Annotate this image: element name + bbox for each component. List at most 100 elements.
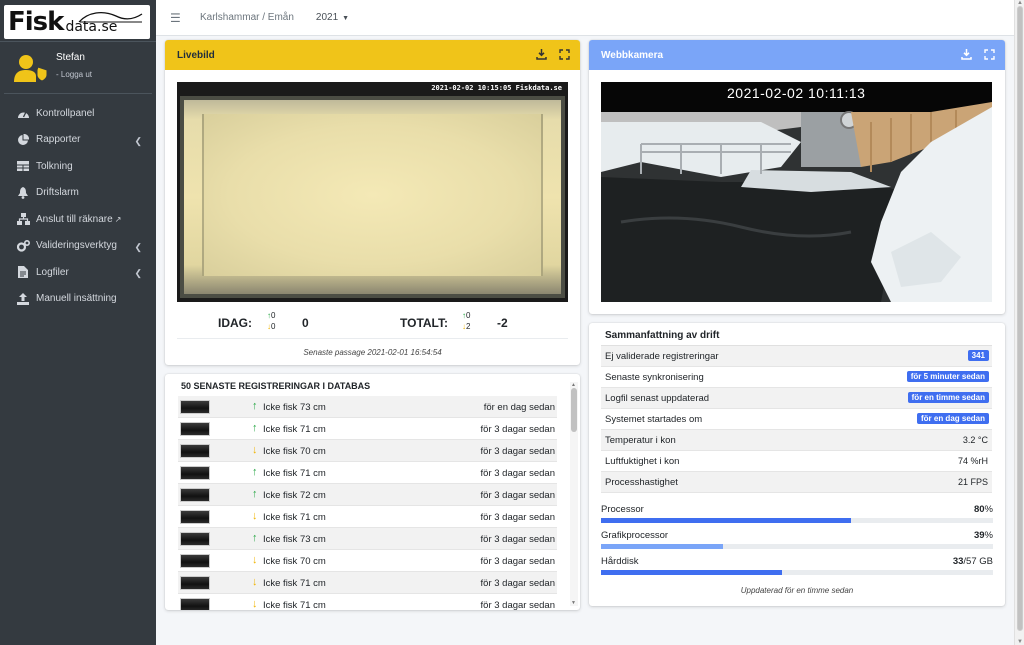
sidebar-item-logfiler[interactable]: Logfiler ❮ (0, 259, 156, 286)
idag-label: IDAG: (218, 316, 252, 330)
summary-row: Systemet startades om för en dag sedan (601, 409, 992, 430)
meter-value-unit: % (984, 504, 993, 515)
download-icon[interactable] (961, 49, 972, 60)
registration-time: för 3 dagar sedan (480, 424, 555, 435)
cogs-icon (16, 239, 30, 252)
totalt-arrows: ↑0 ↓2 (462, 310, 470, 332)
livebild-timestamp: 2021-02-02 10:15:05 Fiskdata.se (431, 84, 562, 92)
scrollbar-thumb[interactable] (1017, 6, 1023, 631)
table-row[interactable]: ↑ Icke fisk 72 cm för 3 dagar sedan (178, 484, 557, 506)
summary-row: Temperatur i kon 3.2 °C (601, 430, 992, 451)
table-row[interactable]: ↓ Icke fisk 70 cm för 3 dagar sedan (178, 550, 557, 572)
sidebar-item-anslut[interactable]: Anslut till räknare ↗ (0, 206, 156, 233)
fish-thumbnail[interactable] (180, 576, 210, 590)
arrow-down-icon: ↓ (252, 554, 258, 566)
sidebar-item-tolkning[interactable]: Tolkning (0, 153, 156, 180)
caret-down-icon: ▼ (342, 15, 350, 22)
meter-label: Processor (601, 504, 644, 515)
registration-time: för 3 dagar sedan (480, 468, 555, 479)
meter-label: Grafikprocessor (601, 530, 669, 541)
table-row[interactable]: ↓ Icke fisk 70 cm för 3 dagar sedan (178, 440, 557, 462)
menu-toggle-icon[interactable]: ☰ (170, 11, 181, 25)
sidebar-item-validering[interactable]: Valideringsverktyg ❮ (0, 233, 156, 260)
page-scrollbar[interactable]: ▲ ▼ (1014, 0, 1024, 645)
table-row[interactable]: ↓ Icke fisk 71 cm för 3 dagar sedan (178, 572, 557, 594)
registration-time: för 3 dagar sedan (480, 578, 555, 589)
scrollbar-thumb[interactable] (571, 388, 577, 432)
scroll-down-icon[interactable]: ▼ (1017, 639, 1023, 645)
pie-chart-icon (16, 133, 30, 146)
fullscreen-icon[interactable] (559, 49, 570, 60)
table-row[interactable]: ↑ Icke fisk 73 cm för 3 dagar sedan (178, 528, 557, 550)
scroll-down-icon[interactable]: ▼ (571, 600, 576, 606)
registrations-title: 50 SENASTE REGISTRERINGAR I DATABAS (181, 381, 371, 391)
meter-track (601, 570, 993, 575)
fullscreen-icon[interactable] (984, 49, 995, 60)
sidebar-item-label: Rapporter (36, 134, 81, 146)
user-name[interactable]: Stefan (56, 52, 85, 63)
fish-thumbnail[interactable] (180, 444, 210, 458)
table-row[interactable]: ↑ Icke fisk 71 cm för 3 dagar sedan (178, 418, 557, 440)
registrations-scrollbar[interactable]: ▲ ▼ (570, 382, 578, 606)
arrow-down-icon: ↓ (252, 598, 258, 610)
arrow-down-icon: ↓ (252, 510, 258, 522)
sidebar-item-label: Anslut till räknare (36, 213, 113, 225)
chevron-left-icon: ❮ (134, 241, 142, 252)
meter-value-main: 39 (973, 530, 985, 541)
fish-thumbnail[interactable] (180, 422, 210, 436)
webcam-scene (601, 82, 992, 302)
upload-icon (16, 292, 30, 305)
last-passage: Senaste passage 2021-02-01 16:54:54 (177, 338, 568, 357)
network-icon (16, 213, 30, 226)
registration-time: för 3 dagar sedan (480, 512, 555, 523)
summary-value: 21 FPS (957, 477, 988, 487)
summary-label: Systemet startades om (605, 413, 703, 425)
summary-label: Luftfuktighet i kon (605, 455, 680, 467)
summary-value: 3.2 °C (962, 435, 988, 445)
table-icon (16, 160, 30, 172)
webcam-card: Webbkamera 2021-02-02 10:11:13 (589, 40, 1005, 314)
webcam-title: Webbkamera (601, 49, 664, 61)
sidebar-item-label: Kontrollpanel (36, 107, 95, 119)
summary-value: 74 %rH (957, 456, 988, 466)
sidebar-item-label: Driftslarm (36, 187, 79, 199)
meter-fill (601, 570, 782, 575)
idag-up-count: 0 (271, 311, 276, 320)
user-shield-icon (14, 55, 48, 82)
sidebar-item-rapporter[interactable]: Rapporter ❮ (0, 127, 156, 154)
fish-thumbnail[interactable] (180, 598, 210, 610)
meter-fill (601, 518, 851, 523)
year-dropdown[interactable]: 2021 ▼ (316, 12, 349, 23)
table-row[interactable]: ↑ Icke fisk 73 cm för en dag sedan (178, 396, 557, 418)
sidebar: Fisk data.se Stefan - Logga ut Kontrollp… (0, 0, 156, 645)
fish-thumbnail[interactable] (180, 532, 210, 546)
totalt-down-count: 2 (466, 322, 471, 331)
fish-thumbnail[interactable] (180, 554, 210, 568)
webcam-image: 2021-02-02 10:11:13 (601, 82, 992, 302)
sidebar-item-manuell[interactable]: Manuell insättning (0, 286, 156, 313)
summary-card: Sammanfattning av drift Ej validerade re… (589, 323, 1005, 606)
fish-thumbnail[interactable] (180, 400, 210, 414)
logout-link[interactable]: - Logga ut (56, 70, 92, 79)
registration-time: för en dag sedan (483, 402, 555, 413)
registration-label: Icke fisk 73 cm (263, 534, 326, 545)
status-badge: för en timme sedan (907, 392, 989, 403)
table-row[interactable]: ↓ Icke fisk 71 cm för 3 dagar sedan (178, 506, 557, 528)
meter-value-unit: /57 GB (963, 556, 993, 567)
summary-label: Processhastighet (605, 476, 678, 488)
fish-thumbnail[interactable] (180, 466, 210, 480)
table-row[interactable]: ↓ Icke fisk 71 cm för 3 dagar sedan (178, 594, 557, 610)
brand-logo[interactable]: Fisk data.se (4, 5, 150, 39)
breadcrumb[interactable]: Karlshammar / Emån (200, 12, 294, 23)
table-row[interactable]: ↑ Icke fisk 71 cm för 3 dagar sedan (178, 462, 557, 484)
fish-thumbnail[interactable] (180, 488, 210, 502)
arrow-up-icon: ↑ (252, 532, 258, 544)
fish-thumbnail[interactable] (180, 510, 210, 524)
meter-value: 39% (974, 530, 993, 541)
arrow-up-icon: ↑ (252, 466, 258, 478)
topbar: ☰ Karlshammar / Emån 2021 ▼ (156, 0, 1014, 36)
summary-title: Sammanfattning av drift (605, 330, 720, 341)
sidebar-item-kontrollpanel[interactable]: Kontrollpanel (0, 100, 156, 127)
download-icon[interactable] (536, 49, 547, 60)
sidebar-item-driftslarm[interactable]: Driftslarm (0, 180, 156, 207)
